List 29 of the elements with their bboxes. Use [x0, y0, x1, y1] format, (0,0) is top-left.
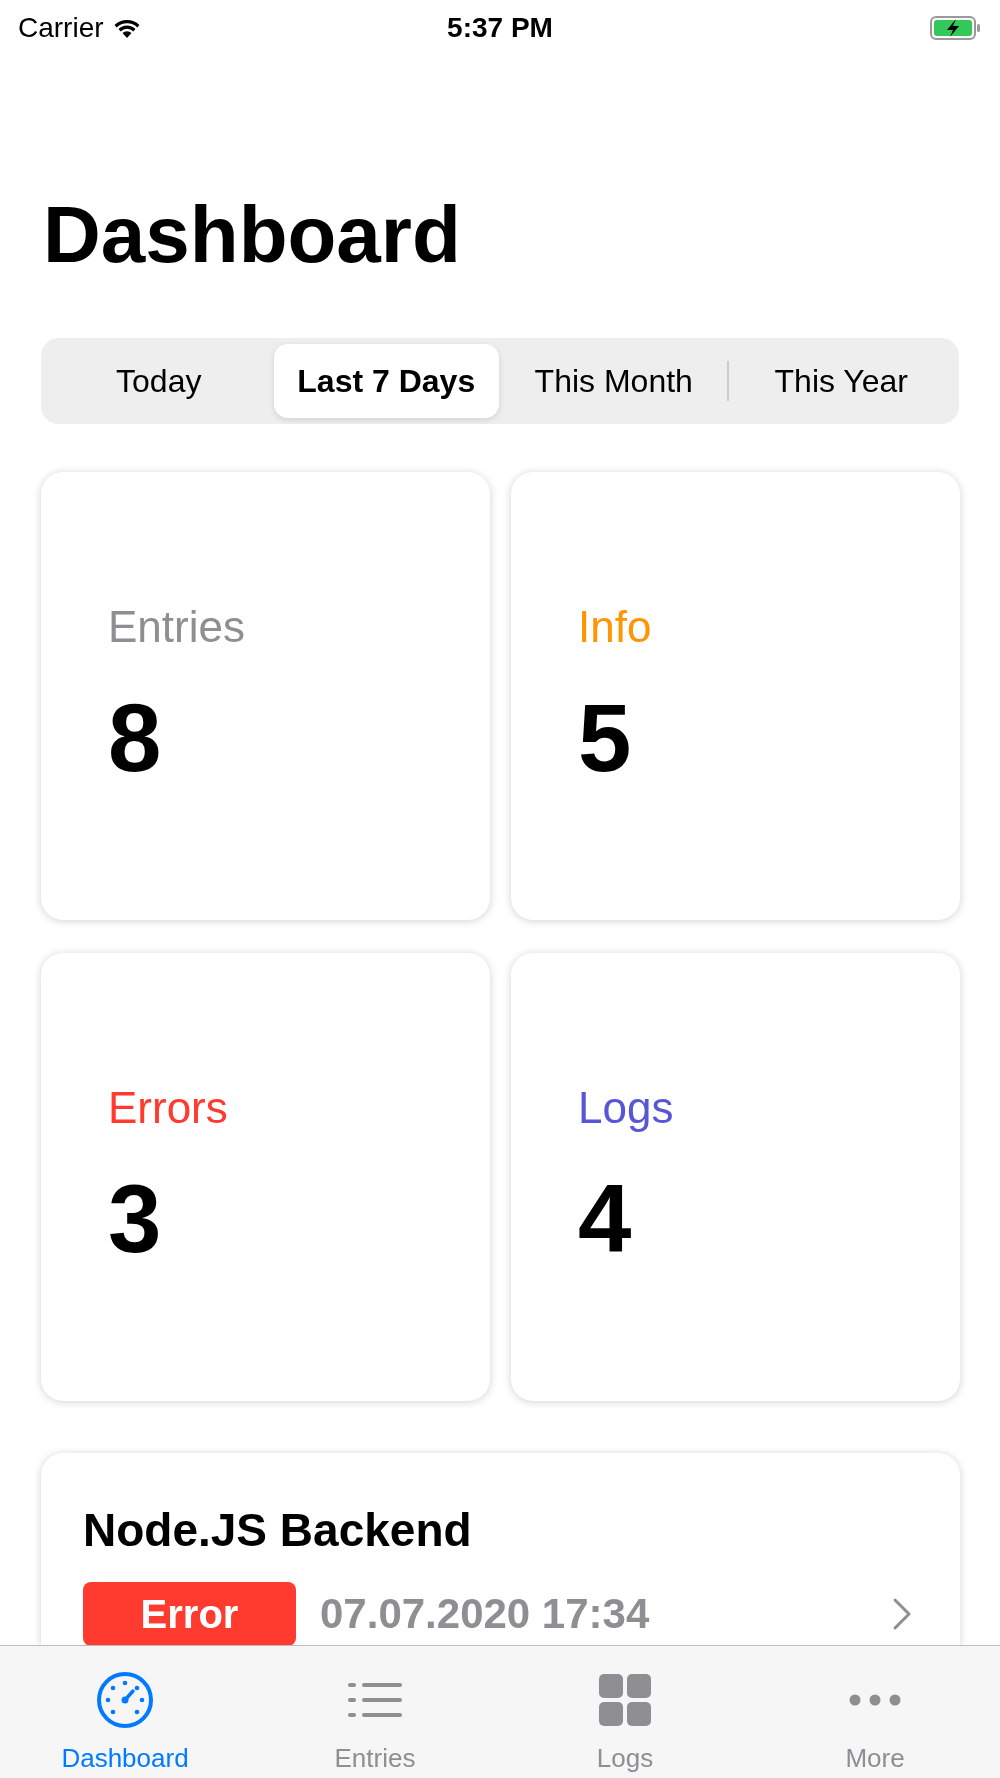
stat-label: Entries: [108, 601, 245, 653]
battery-icon: [930, 15, 982, 40]
stat-value: 4: [578, 1169, 632, 1269]
stat-label: Info: [578, 601, 652, 653]
stat-card[interactable]: Logs 4: [511, 953, 960, 1401]
log-timestamp: 07.07.2020 17:34: [320, 1590, 650, 1638]
tab-bar-item[interactable]: Dashboard: [0, 1646, 250, 1778]
stat-value: 3: [108, 1169, 162, 1269]
segment-tab[interactable]: Last 7 Days: [273, 344, 499, 418]
level-badge: Error: [83, 1582, 296, 1646]
segment-tab[interactable]: This Year: [728, 344, 954, 418]
stat-label: Errors: [108, 1082, 228, 1134]
stat-card[interactable]: Info 5: [511, 472, 960, 920]
stat-card[interactable]: Errors 3: [41, 953, 490, 1401]
gauge-icon: [96, 1671, 154, 1729]
grid-icon: [598, 1673, 652, 1727]
status-time: 5:37 PM: [447, 11, 553, 44]
log-card[interactable]: Node.JS Backend Error 07.07.2020 17:34: [41, 1453, 960, 1646]
stat-value: 5: [578, 688, 632, 788]
segment-tab[interactable]: Today: [46, 344, 272, 418]
chevron-icon: [892, 1597, 912, 1631]
stat-value: 8: [108, 688, 162, 788]
stat-card[interactable]: Entries 8: [41, 472, 490, 920]
carrier-label: Carrier: [18, 11, 104, 44]
log-title: Node.JS Backend: [83, 1503, 473, 1557]
segment-tab[interactable]: This Month: [501, 344, 727, 418]
more-icon: [849, 1694, 901, 1706]
page-title: Dashboard: [43, 195, 462, 275]
stat-label: Logs: [578, 1082, 674, 1134]
